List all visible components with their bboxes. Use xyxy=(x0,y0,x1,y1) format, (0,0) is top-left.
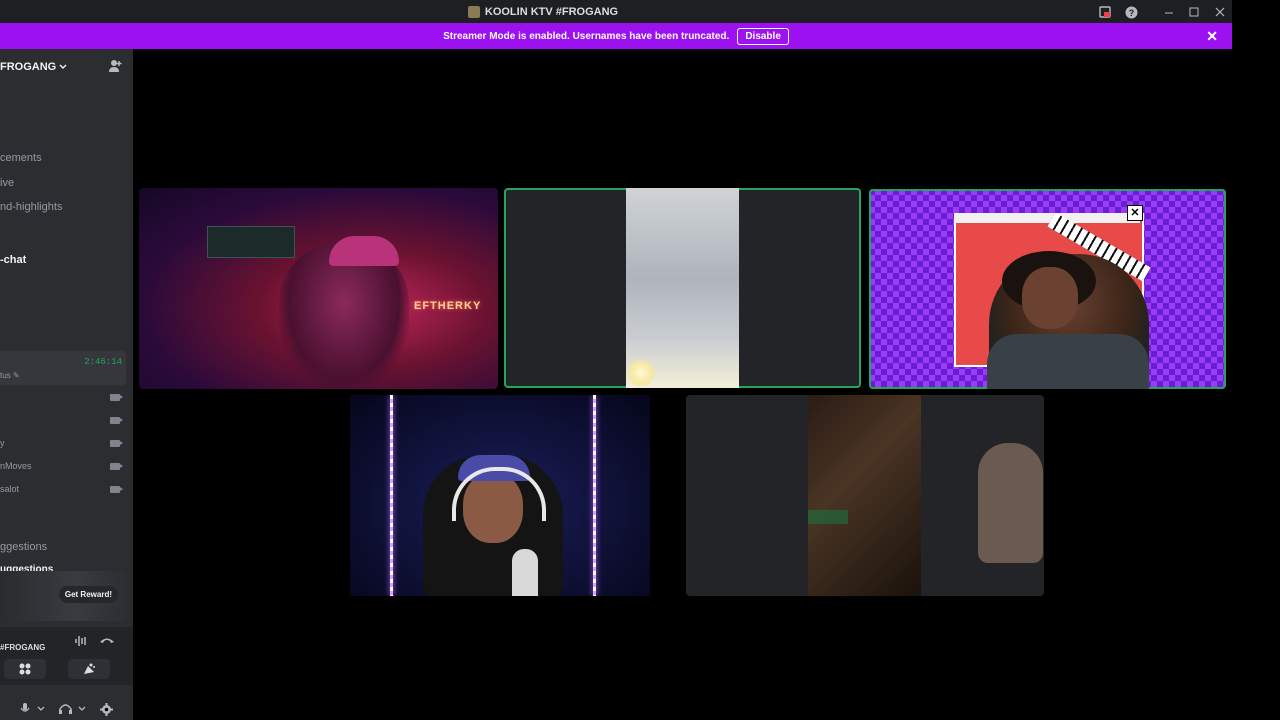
chevron-down-icon xyxy=(59,62,67,72)
mic-options-chevron-icon[interactable] xyxy=(37,703,45,715)
voice-status-text: tus xyxy=(0,371,11,380)
light-glow xyxy=(626,358,656,388)
camera-icon xyxy=(110,463,123,470)
channel-announcements[interactable]: cements xyxy=(0,152,42,164)
channel-live[interactable]: ive xyxy=(0,177,14,189)
inbox-icon[interactable] xyxy=(1097,4,1113,20)
soundboard-button[interactable] xyxy=(68,659,110,679)
participant-cap xyxy=(329,236,399,266)
video-tile-4[interactable] xyxy=(140,395,682,596)
voice-connection-panel: #FROGANG xyxy=(0,627,133,685)
maximize-icon[interactable] xyxy=(1186,4,1202,20)
led-strip-right xyxy=(593,395,596,596)
participant-video-2 xyxy=(626,188,739,388)
led-strip-left xyxy=(390,395,393,596)
server-header[interactable]: FROGANG xyxy=(0,49,133,85)
disable-streamer-mode-button[interactable]: Disable xyxy=(737,27,789,45)
headphones-icon[interactable] xyxy=(59,703,72,718)
camera-icon xyxy=(110,394,123,401)
voice-timer: 2:46:14 xyxy=(84,357,122,367)
window-title: KOOLIN KTV #FROGANG xyxy=(0,0,1086,23)
background-monitor xyxy=(207,226,295,258)
right-gutter xyxy=(1232,0,1280,720)
get-reward-button[interactable]: Get Reward! xyxy=(58,586,118,603)
svg-text:?: ? xyxy=(1128,8,1134,18)
close-window-icon[interactable] xyxy=(1212,4,1228,20)
reward-card: Get Reward! xyxy=(0,571,126,621)
invite-people-icon[interactable] xyxy=(108,59,124,75)
video-tile-1[interactable]: EFTHERKY xyxy=(139,188,498,389)
banner-message: Streamer Mode is enabled. Usernames have… xyxy=(443,30,730,42)
minimize-icon[interactable] xyxy=(1161,4,1177,20)
channel-suggestions[interactable]: ggestions xyxy=(0,541,47,553)
camera-icon xyxy=(110,486,123,493)
channel-highlights[interactable]: nd-highlights xyxy=(0,201,62,213)
overlay-frame-bar xyxy=(954,213,1140,223)
voice-panel-channel[interactable]: #FROGANG xyxy=(0,643,45,652)
noise-suppression-icon[interactable] xyxy=(74,635,88,650)
overlay-close-icon: ✕ xyxy=(1127,205,1143,221)
voice-status: tus ✎ xyxy=(0,371,20,380)
streamer-mode-banner: Streamer Mode is enabled. Usernames have… xyxy=(0,23,1232,49)
neon-sign-text: EFTHERKY xyxy=(414,300,482,312)
soundboard-icon xyxy=(84,663,95,674)
settings-gear-icon[interactable] xyxy=(100,703,113,719)
video-tile-2[interactable] xyxy=(504,188,861,388)
help-icon[interactable]: ? xyxy=(1123,4,1139,20)
activities-icon xyxy=(19,663,31,675)
voice-member[interactable]: salot xyxy=(0,484,19,494)
voice-member[interactable]: y xyxy=(0,438,5,448)
microphone-visual xyxy=(512,549,538,596)
camera-icon xyxy=(110,417,123,424)
pencil-icon[interactable]: ✎ xyxy=(13,371,20,380)
server-logo-icon xyxy=(467,5,480,18)
server-name: FROGANG xyxy=(0,61,57,73)
participant-shirt xyxy=(987,334,1149,389)
voice-member[interactable]: nMoves xyxy=(0,461,32,471)
video-tile-5[interactable] xyxy=(686,395,1044,596)
participant-face xyxy=(1022,267,1078,329)
video-tile-3[interactable]: ✕ xyxy=(869,189,1226,389)
user-panel xyxy=(0,699,133,720)
channel-chat[interactable]: -chat xyxy=(0,254,26,266)
window-title-text: KOOLIN KTV #FROGANG xyxy=(484,5,619,18)
voice-channel-active[interactable]: 2:46:14 tus ✎ xyxy=(0,351,126,385)
title-bar: KOOLIN KTV #FROGANG ? xyxy=(0,0,1232,23)
participant-figure xyxy=(978,443,1043,563)
camera-icon xyxy=(110,440,123,447)
background-light xyxy=(808,510,848,524)
banner-close-icon[interactable]: ✕ xyxy=(1206,28,1218,45)
participant-video-5 xyxy=(808,395,1043,596)
activities-button[interactable] xyxy=(4,659,46,679)
disconnect-icon[interactable] xyxy=(99,635,115,648)
headphones-options-chevron-icon[interactable] xyxy=(78,703,86,715)
microphone-icon[interactable] xyxy=(20,703,30,718)
channel-sidebar: FROGANG cements ive nd-highlights -chat … xyxy=(0,49,133,720)
